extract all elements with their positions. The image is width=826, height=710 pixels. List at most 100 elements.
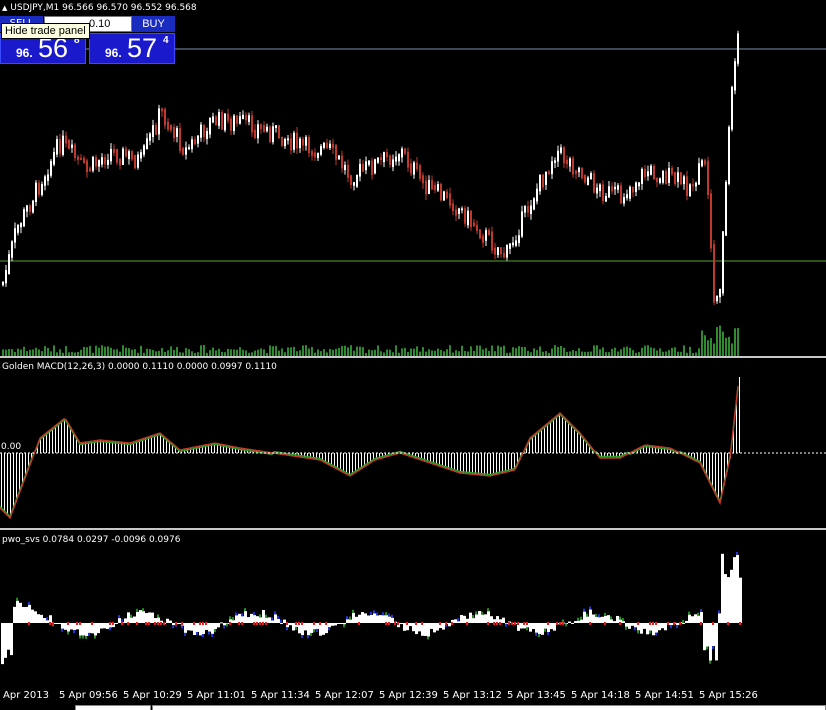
macd-histogram-bar [475, 453, 476, 475]
pwo-bar [385, 615, 388, 623]
time-tick: 5 Apr 13:45 [507, 690, 566, 701]
pwo-signal-dot [439, 622, 441, 625]
macd-histogram-bar [16, 453, 17, 502]
volume-bar [275, 346, 277, 356]
pwo-accent [214, 629, 216, 633]
candle-body [377, 157, 379, 163]
pwo-accent [388, 613, 390, 617]
macd-chart[interactable] [0, 358, 826, 528]
pwo-signal-dot [52, 622, 54, 625]
pwo-chart[interactable] [0, 530, 826, 686]
volume-bar [683, 345, 685, 356]
pwo-pane[interactable]: pwo_svs 0.0784 0.0297 -0.0096 0.0976 [0, 530, 826, 686]
pwo-accent [547, 632, 549, 636]
price-chart-pane[interactable]: ▲ USDJPY,M1 96.566 96.570 96.552 96.568 … [0, 0, 826, 356]
buy-button[interactable]: BUY [132, 16, 175, 32]
pwo-accent [328, 627, 330, 631]
pwo-bar [541, 623, 544, 635]
candle-body [392, 159, 394, 168]
candle-body [209, 117, 211, 135]
chart-scroll-strip[interactable] [0, 705, 826, 710]
candle-body [38, 182, 40, 195]
candle-body [272, 126, 274, 143]
candle-body [254, 129, 256, 138]
pwo-signal-dot [415, 622, 417, 625]
pwo-accent [307, 635, 309, 639]
macd-histogram-bar [343, 453, 344, 473]
volume-bar [302, 345, 304, 356]
macd-histogram-bar [478, 453, 479, 475]
pwo-bar [427, 623, 430, 637]
volume-bar [614, 347, 616, 356]
macd-histogram-bar [532, 436, 533, 453]
pwo-bar [127, 612, 130, 623]
pwo-accent [370, 611, 372, 615]
candle-body [266, 126, 268, 132]
triangle-icon: ▲ [2, 4, 8, 12]
pwo-signal-dot [76, 622, 78, 625]
pwo-bar [22, 607, 25, 623]
candle-body [674, 172, 676, 185]
pwo-signal-dot [157, 622, 159, 625]
pwo-signal-dot [265, 622, 267, 625]
pwo-accent [655, 632, 657, 636]
pwo-accent [577, 617, 579, 621]
macd-histogram-bar [13, 453, 14, 510]
pwo-accent [295, 626, 297, 630]
macd-histogram-bar [619, 453, 620, 458]
pwo-accent [316, 628, 318, 632]
macd-pane[interactable]: Golden MACD(12,26,3) 0.0000 0.1110 0.000… [0, 358, 826, 528]
pwo-bar [316, 623, 319, 629]
pwo-accent [223, 625, 225, 629]
macd-histogram-bar [451, 453, 452, 470]
pwo-bar [49, 615, 52, 623]
volume-bar [329, 348, 331, 356]
candle-body [686, 176, 688, 197]
candle-body [137, 154, 139, 168]
pwo-bar [37, 614, 40, 623]
candle-body [227, 113, 229, 121]
scroll-box[interactable] [75, 705, 151, 710]
pwo-bar [535, 623, 538, 633]
pwo-bar [658, 623, 661, 631]
candle-body [188, 147, 190, 150]
pwo-accent [586, 613, 588, 617]
pwo-bar [382, 615, 385, 623]
candle-body [680, 172, 682, 185]
volume-bar [602, 347, 604, 356]
pwo-accent [265, 614, 267, 618]
candle-body [215, 116, 217, 125]
macd-histogram-bar [736, 404, 737, 453]
candle-body [350, 175, 352, 185]
candle-body [104, 157, 106, 165]
volume-bar [620, 349, 622, 356]
candle-body [404, 148, 406, 154]
macd-histogram-bar [49, 430, 50, 453]
candle-body [2, 281, 4, 286]
volume-bar [32, 349, 34, 356]
candle-body [635, 182, 637, 192]
time-tick: 5 Apr 14:51 [635, 690, 694, 701]
scroll-box[interactable] [152, 705, 826, 710]
candle-body [725, 181, 727, 236]
buy-price-button[interactable]: 96. 57 4 [89, 33, 175, 64]
pwo-bar [196, 623, 199, 632]
macd-histogram-bar [550, 421, 551, 453]
macd-histogram-bar [61, 421, 62, 453]
macd-histogram-bar [355, 453, 356, 473]
volume-bar [593, 345, 595, 356]
sell-price-prefix: 96. [16, 46, 33, 60]
pwo-accent [286, 627, 288, 631]
pwo-bar [730, 569, 733, 623]
pwo-signal-dot [229, 622, 231, 625]
pwo-signal-dot [148, 622, 150, 625]
pwo-signal-dot [262, 622, 264, 625]
pwo-accent [595, 613, 597, 617]
candle-body [383, 152, 385, 163]
volume-bar [728, 336, 730, 356]
pwo-accent [619, 616, 621, 620]
pwo-signal-dot [445, 622, 447, 625]
candle-body [395, 156, 397, 162]
candle-body [494, 247, 496, 255]
pwo-bar [211, 623, 214, 634]
